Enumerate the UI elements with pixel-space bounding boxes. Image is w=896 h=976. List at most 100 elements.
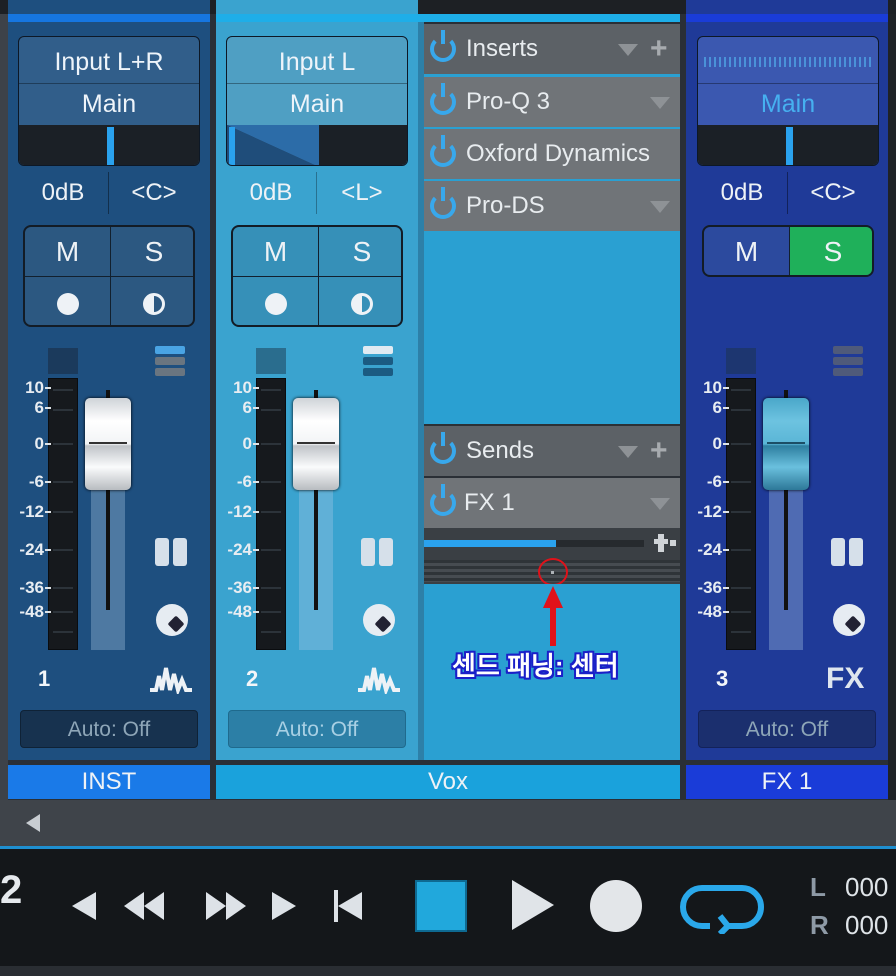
pan-readout[interactable]: <C> — [108, 170, 200, 216]
volume-fader[interactable] — [85, 398, 131, 490]
inserts-header[interactable]: Inserts + — [424, 24, 680, 74]
waveform-icon — [358, 664, 400, 697]
group-icon[interactable] — [833, 346, 863, 376]
pan-slider[interactable] — [698, 125, 878, 165]
record-button[interactable] — [233, 277, 319, 325]
right-locator-value[interactable]: 000 — [845, 910, 888, 941]
monitor-icon — [351, 292, 373, 315]
send-slot[interactable]: FX 1 — [424, 478, 680, 528]
io-selector[interactable]: Main — [697, 36, 879, 166]
meter-scale-tick — [45, 549, 51, 551]
return-arrow-icon — [338, 892, 362, 920]
volume-readout[interactable]: 0dB — [226, 170, 316, 216]
automation-button[interactable]: Auto: Off — [20, 710, 198, 748]
record-icon — [56, 292, 79, 315]
bottom-line — [0, 966, 896, 976]
monitor-button[interactable] — [111, 277, 193, 325]
rewind-icon-2 — [144, 892, 164, 920]
power-icon[interactable] — [430, 30, 456, 62]
meter-scale-tick — [723, 387, 729, 389]
insert-slot[interactable]: Pro-DS — [424, 181, 680, 231]
power-icon[interactable] — [430, 432, 456, 464]
channel-number: 1 — [38, 666, 51, 691]
volume-fader[interactable] — [293, 398, 339, 490]
meter-scale-tick — [45, 511, 51, 513]
peak-indicator — [726, 348, 756, 374]
dropdown-icon[interactable] — [618, 446, 638, 458]
pan-slider[interactable] — [227, 125, 407, 165]
split-icon[interactable] — [155, 538, 187, 566]
volume-fader[interactable] — [763, 398, 809, 490]
sends-header[interactable]: Sends + — [424, 426, 680, 476]
automation-button[interactable]: Auto: Off — [698, 710, 876, 748]
meter-scale-label: 10 — [25, 378, 44, 397]
meter-scale-tick — [723, 481, 729, 483]
record-transport-button[interactable] — [590, 880, 642, 932]
prev-marker-icon[interactable] — [72, 892, 96, 920]
insert-slot[interactable]: Pro-Q 3 — [424, 77, 680, 127]
play-button[interactable] — [512, 880, 554, 930]
send-knob-icon[interactable] — [156, 604, 188, 636]
strip-color-bar — [686, 14, 888, 22]
solo-button[interactable]: S — [319, 227, 401, 277]
left-gutter — [0, 14, 8, 800]
left-locator-value[interactable]: 000 — [845, 872, 888, 903]
split-icon[interactable] — [831, 538, 863, 566]
monitor-button[interactable] — [319, 277, 401, 325]
channel-name[interactable]: FX 1 — [686, 765, 888, 799]
dropdown-icon[interactable] — [650, 201, 670, 213]
power-icon[interactable] — [430, 484, 456, 516]
insert-name: Pro-Q 3 — [466, 88, 551, 115]
io-ticks — [704, 57, 874, 67]
automation-button[interactable]: Auto: Off — [228, 710, 406, 748]
loop-button[interactable] — [680, 880, 764, 934]
io-selector[interactable]: Input L Main — [226, 36, 408, 166]
channel-name[interactable]: Vox — [216, 765, 680, 799]
dropdown-icon[interactable] — [650, 97, 670, 109]
pan-readout[interactable]: <C> — [787, 170, 879, 216]
volume-readout[interactable]: 0dB — [697, 170, 787, 216]
mute-button[interactable]: M — [704, 227, 790, 275]
add-icon[interactable]: + — [650, 24, 668, 74]
power-icon[interactable] — [430, 187, 456, 219]
send-level-track[interactable] — [424, 540, 644, 547]
channel-name[interactable]: INST — [8, 765, 210, 799]
rewind-icon[interactable] — [124, 892, 144, 920]
power-icon[interactable] — [430, 135, 456, 167]
meter-scale-tick — [253, 549, 259, 551]
meter-scale-label: -24 — [19, 540, 44, 559]
forward-icon[interactable] — [206, 892, 226, 920]
send-name: FX 1 — [464, 489, 515, 516]
insert-slot[interactable]: Oxford Dynamics — [424, 129, 680, 179]
meter-scale-label: -48 — [697, 602, 722, 621]
io-selector[interactable]: Input L+R Main — [18, 36, 200, 166]
return-to-zero-icon[interactable] — [334, 890, 338, 922]
send-knob-icon[interactable] — [363, 604, 395, 636]
solo-button[interactable]: S — [111, 227, 193, 277]
send-knob-icon[interactable] — [833, 604, 865, 636]
add-icon[interactable]: + — [650, 426, 668, 476]
stop-button[interactable] — [415, 880, 467, 932]
pan-slider[interactable] — [19, 125, 199, 165]
dropdown-icon[interactable] — [650, 498, 670, 510]
dropdown-icon[interactable] — [618, 44, 638, 56]
pre-post-icon[interactable] — [654, 534, 678, 552]
scroll-left-arrow-icon[interactable] — [26, 814, 40, 832]
horizontal-scrollbar[interactable] — [0, 800, 896, 846]
power-icon[interactable] — [430, 83, 456, 115]
mute-button[interactable]: M — [233, 227, 319, 277]
output-label: Main — [760, 90, 816, 118]
next-marker-icon[interactable] — [272, 892, 296, 920]
group-icon[interactable] — [155, 346, 185, 376]
meter-scale-label: 10 — [233, 378, 252, 397]
meter-scale-label: -12 — [227, 502, 252, 521]
meter-scale-tick — [45, 481, 51, 483]
split-icon[interactable] — [361, 538, 393, 566]
record-button[interactable] — [25, 277, 111, 325]
solo-button[interactable]: S — [790, 227, 872, 275]
mute-button[interactable]: M — [25, 227, 111, 277]
volume-readout[interactable]: 0dB — [18, 170, 108, 216]
pan-readout[interactable]: <L> — [316, 170, 408, 216]
group-icon[interactable] — [363, 346, 393, 376]
input-label: Input L+R — [54, 48, 164, 76]
